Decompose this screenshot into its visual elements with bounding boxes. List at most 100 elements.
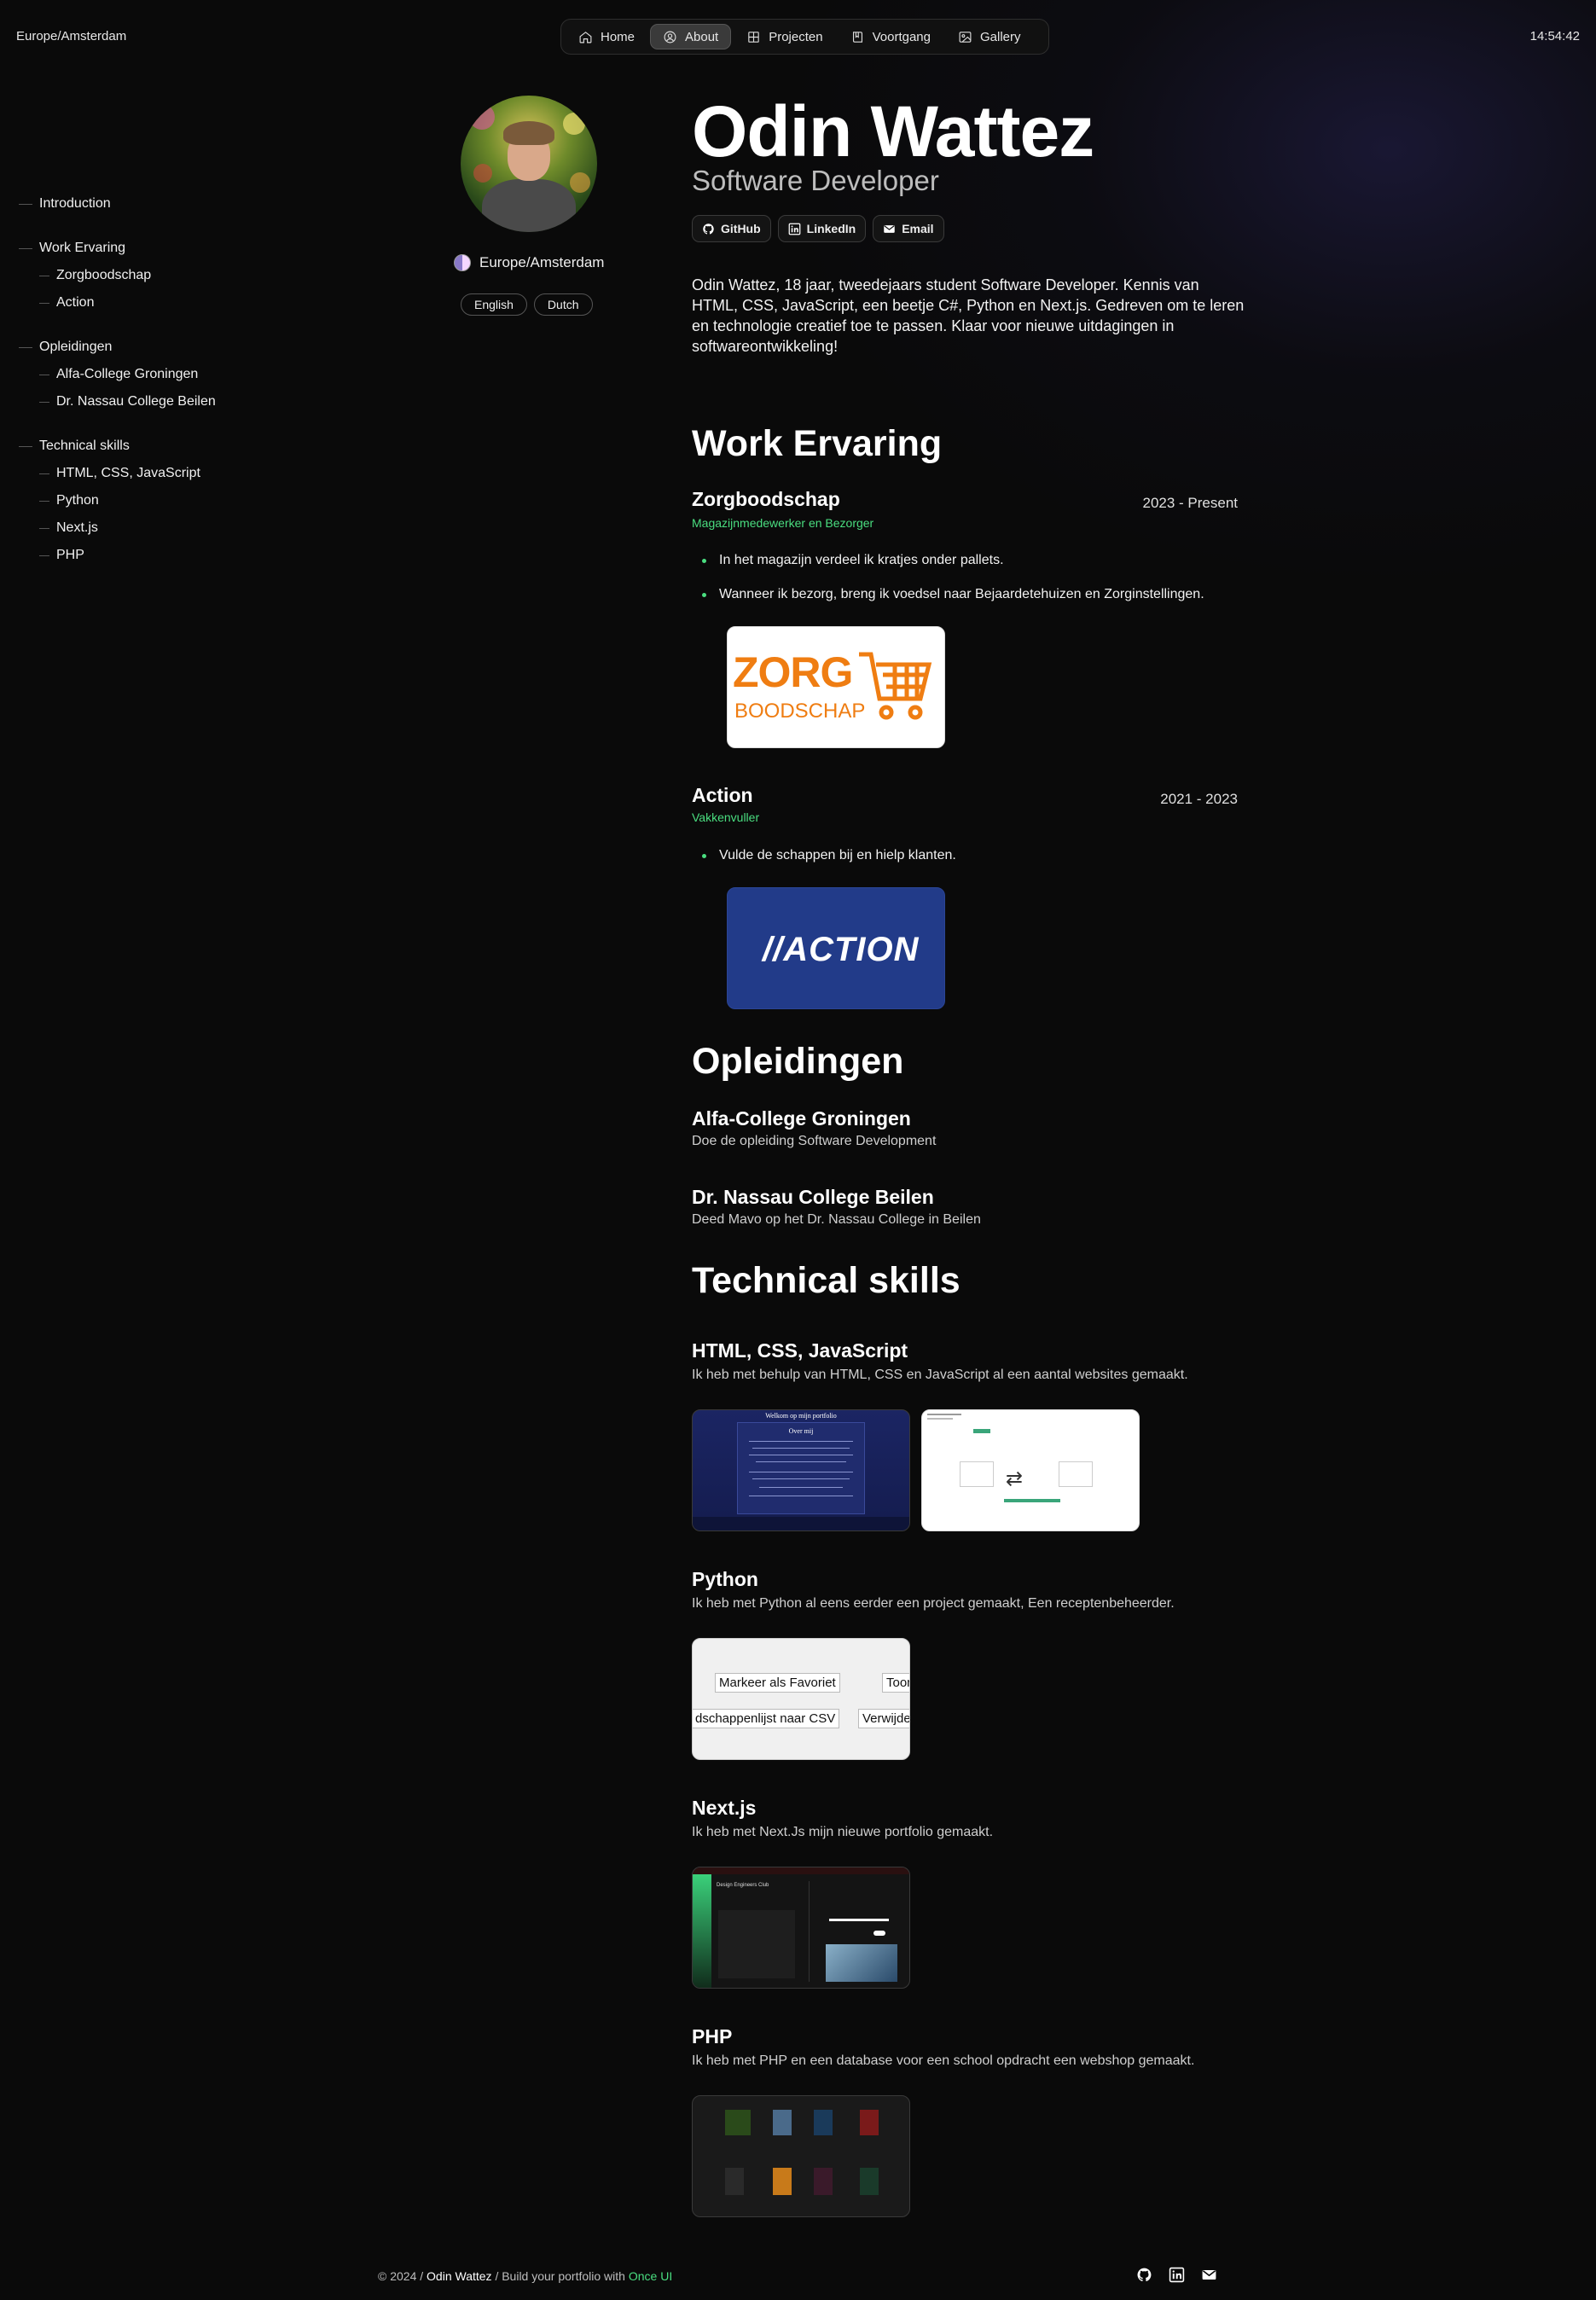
email-label: Email bbox=[902, 222, 934, 235]
project-screenshot-converter[interactable]: ⇄ bbox=[921, 1409, 1140, 1531]
skill-name: HTML, CSS, JavaScript bbox=[692, 1339, 908, 1362]
project-screenshot-nextjs[interactable]: Design Engineers Club bbox=[692, 1867, 910, 1989]
github-button[interactable]: GitHub bbox=[692, 215, 771, 242]
linkedin-button[interactable]: LinkedIn bbox=[777, 215, 867, 242]
toc-label: Alfa-College Groningen bbox=[56, 367, 199, 381]
job-company: Zorgboodschap bbox=[692, 488, 840, 510]
profile-location: Europe/Amsterdam bbox=[454, 254, 604, 271]
toc-label: HTML, CSS, JavaScript bbox=[56, 466, 200, 480]
language-dutch[interactable]: Dutch bbox=[533, 293, 593, 316]
globe-icon bbox=[454, 254, 471, 271]
toc-label: Action bbox=[56, 295, 95, 310]
toc-alfa-college[interactable]: Alfa-College Groningen bbox=[39, 367, 198, 382]
job-bullet: Wanneer ik bezorg, breng ik voedsel naar… bbox=[702, 587, 1204, 602]
skill-desc: Ik heb met PHP en een database voor een … bbox=[692, 2053, 1195, 2068]
job-period: 2021 - 2023 bbox=[1160, 791, 1238, 807]
toc-php[interactable]: PHP bbox=[39, 548, 84, 563]
screenshot-button-text: Toon bbox=[882, 1673, 909, 1693]
screenshot-button-text: Markeer als Favoriet bbox=[715, 1673, 840, 1693]
zorg-logo-text: ZORG bbox=[733, 648, 853, 696]
toc-nextjs[interactable]: Next.js bbox=[39, 520, 98, 536]
nav-home-label: Home bbox=[601, 29, 635, 44]
nav-about[interactable]: About bbox=[650, 24, 732, 49]
shopping-cart-icon bbox=[859, 652, 932, 720]
email-button[interactable]: Email bbox=[873, 215, 944, 242]
toc-python[interactable]: Python bbox=[39, 493, 99, 508]
action-logo: //ACTION bbox=[727, 887, 945, 1009]
nav-projecten-label: Projecten bbox=[769, 29, 823, 44]
screenshot-title: Welkom op mijn portfolio bbox=[765, 1412, 837, 1420]
header-clock: 14:54:42 bbox=[1529, 29, 1580, 44]
toc-technical-skills[interactable]: Technical skills bbox=[19, 439, 130, 454]
toc-label: Work Ervaring bbox=[39, 241, 126, 255]
social-links: GitHub LinkedIn Email bbox=[692, 215, 944, 242]
job-bullet-text: In het magazijn verdeel ik kratjes onder… bbox=[719, 553, 1004, 567]
screenshot-title: Design Engineers Club bbox=[717, 1883, 769, 1888]
linkedin-icon[interactable] bbox=[1169, 2267, 1185, 2283]
project-screenshot-recipe-manager[interactable]: Markeer als Favoriet Toon dschappenlijst… bbox=[692, 1638, 910, 1760]
job-bullet-text: Wanneer ik bezorg, breng ik voedsel naar… bbox=[719, 587, 1204, 601]
github-icon bbox=[703, 223, 714, 234]
job-bullet: In het magazijn verdeel ik kratjes onder… bbox=[702, 553, 1004, 568]
github-label: GitHub bbox=[721, 222, 761, 235]
school-desc: Doe de opleiding Software Development bbox=[692, 1134, 937, 1148]
screenshot-button-text: dschappenlijst naar CSV bbox=[693, 1709, 840, 1728]
job-role: Magazijnmedewerker en Bezorger bbox=[692, 516, 874, 530]
project-screenshot-webshop[interactable] bbox=[692, 2095, 910, 2217]
toc-zorgboodschap[interactable]: Zorgboodschap bbox=[39, 268, 151, 283]
toc-introduction[interactable]: Introduction bbox=[19, 196, 111, 212]
footer-name: Odin Wattez bbox=[427, 2269, 492, 2283]
screenshot-subtitle: Over mij bbox=[788, 1427, 814, 1435]
toc-html-css-js[interactable]: HTML, CSS, JavaScript bbox=[39, 466, 200, 481]
grid-icon bbox=[748, 31, 759, 43]
bio-text: Odin Wattez, 18 jaar, tweedejaars studen… bbox=[692, 276, 1245, 355]
footer-copyright: © 2024 / bbox=[378, 2269, 424, 2283]
skill-name: Next.js bbox=[692, 1797, 757, 1819]
toc-label: Opleidingen bbox=[39, 340, 113, 354]
once-ui-link[interactable]: Once UI bbox=[629, 2269, 672, 2283]
toc-label: Next.js bbox=[56, 520, 98, 535]
nav-projecten[interactable]: Projecten bbox=[734, 24, 834, 49]
toc-label: PHP bbox=[56, 548, 84, 562]
email-icon[interactable] bbox=[1201, 2267, 1217, 2283]
toc-label: Python bbox=[56, 493, 99, 508]
toc-label: Technical skills bbox=[39, 439, 130, 453]
role-subtitle: Software Developer bbox=[692, 165, 939, 196]
nav-voortgang[interactable]: Voortgang bbox=[839, 24, 943, 49]
language-tags: English Dutch bbox=[461, 293, 593, 316]
header-timezone: Europe/Amsterdam bbox=[16, 29, 127, 44]
book-icon bbox=[852, 31, 862, 43]
nav-home[interactable]: Home bbox=[566, 24, 647, 49]
job-bullet: Vulde de schappen bij en hielp klanten. bbox=[702, 848, 956, 863]
nav-gallery[interactable]: Gallery bbox=[946, 24, 1033, 49]
linkedin-icon bbox=[788, 223, 801, 235]
footer-social-links bbox=[1136, 2267, 1217, 2283]
avatar bbox=[461, 96, 597, 232]
toc-work-ervaring[interactable]: Work Ervaring bbox=[19, 241, 125, 256]
job-company: Action bbox=[692, 784, 753, 806]
toc-action[interactable]: Action bbox=[39, 295, 94, 311]
job-period: 2023 - Present bbox=[1142, 495, 1238, 511]
email-icon bbox=[884, 224, 895, 233]
profile-location-text: Europe/Amsterdam bbox=[479, 254, 605, 270]
top-navigation: Home About Projecten Voortgang Gallery bbox=[560, 19, 1049, 55]
skill-name: Python bbox=[692, 1568, 758, 1590]
page-title: Odin Wattez bbox=[692, 91, 1094, 171]
toc-opleidingen[interactable]: Opleidingen bbox=[19, 340, 112, 355]
home-icon bbox=[579, 31, 592, 43]
job-role: Vakkenvuller bbox=[692, 810, 760, 824]
nav-gallery-label: Gallery bbox=[980, 29, 1021, 44]
github-icon[interactable] bbox=[1136, 2267, 1152, 2283]
zorg-logo-subtext: BOODSCHAP bbox=[734, 700, 866, 723]
project-screenshot-portfolio[interactable]: Welkom op mijn portfolio Over mij bbox=[692, 1409, 910, 1531]
screenshot-button-text: Verwijde bbox=[858, 1709, 909, 1728]
school-name: Dr. Nassau College Beilen bbox=[692, 1186, 934, 1208]
language-english[interactable]: English bbox=[461, 293, 527, 316]
linkedin-label: LinkedIn bbox=[806, 222, 856, 235]
toc-nassau-college[interactable]: Dr. Nassau College Beilen bbox=[39, 394, 216, 409]
action-logo-text: //ACTION bbox=[763, 931, 920, 968]
school-desc: Deed Mavo op het Dr. Nassau College in B… bbox=[692, 1212, 981, 1227]
skill-desc: Ik heb met Next.Js mijn nieuwe portfolio… bbox=[692, 1825, 994, 1839]
nav-voortgang-label: Voortgang bbox=[872, 29, 931, 44]
toc-label: Zorgboodschap bbox=[56, 268, 152, 282]
